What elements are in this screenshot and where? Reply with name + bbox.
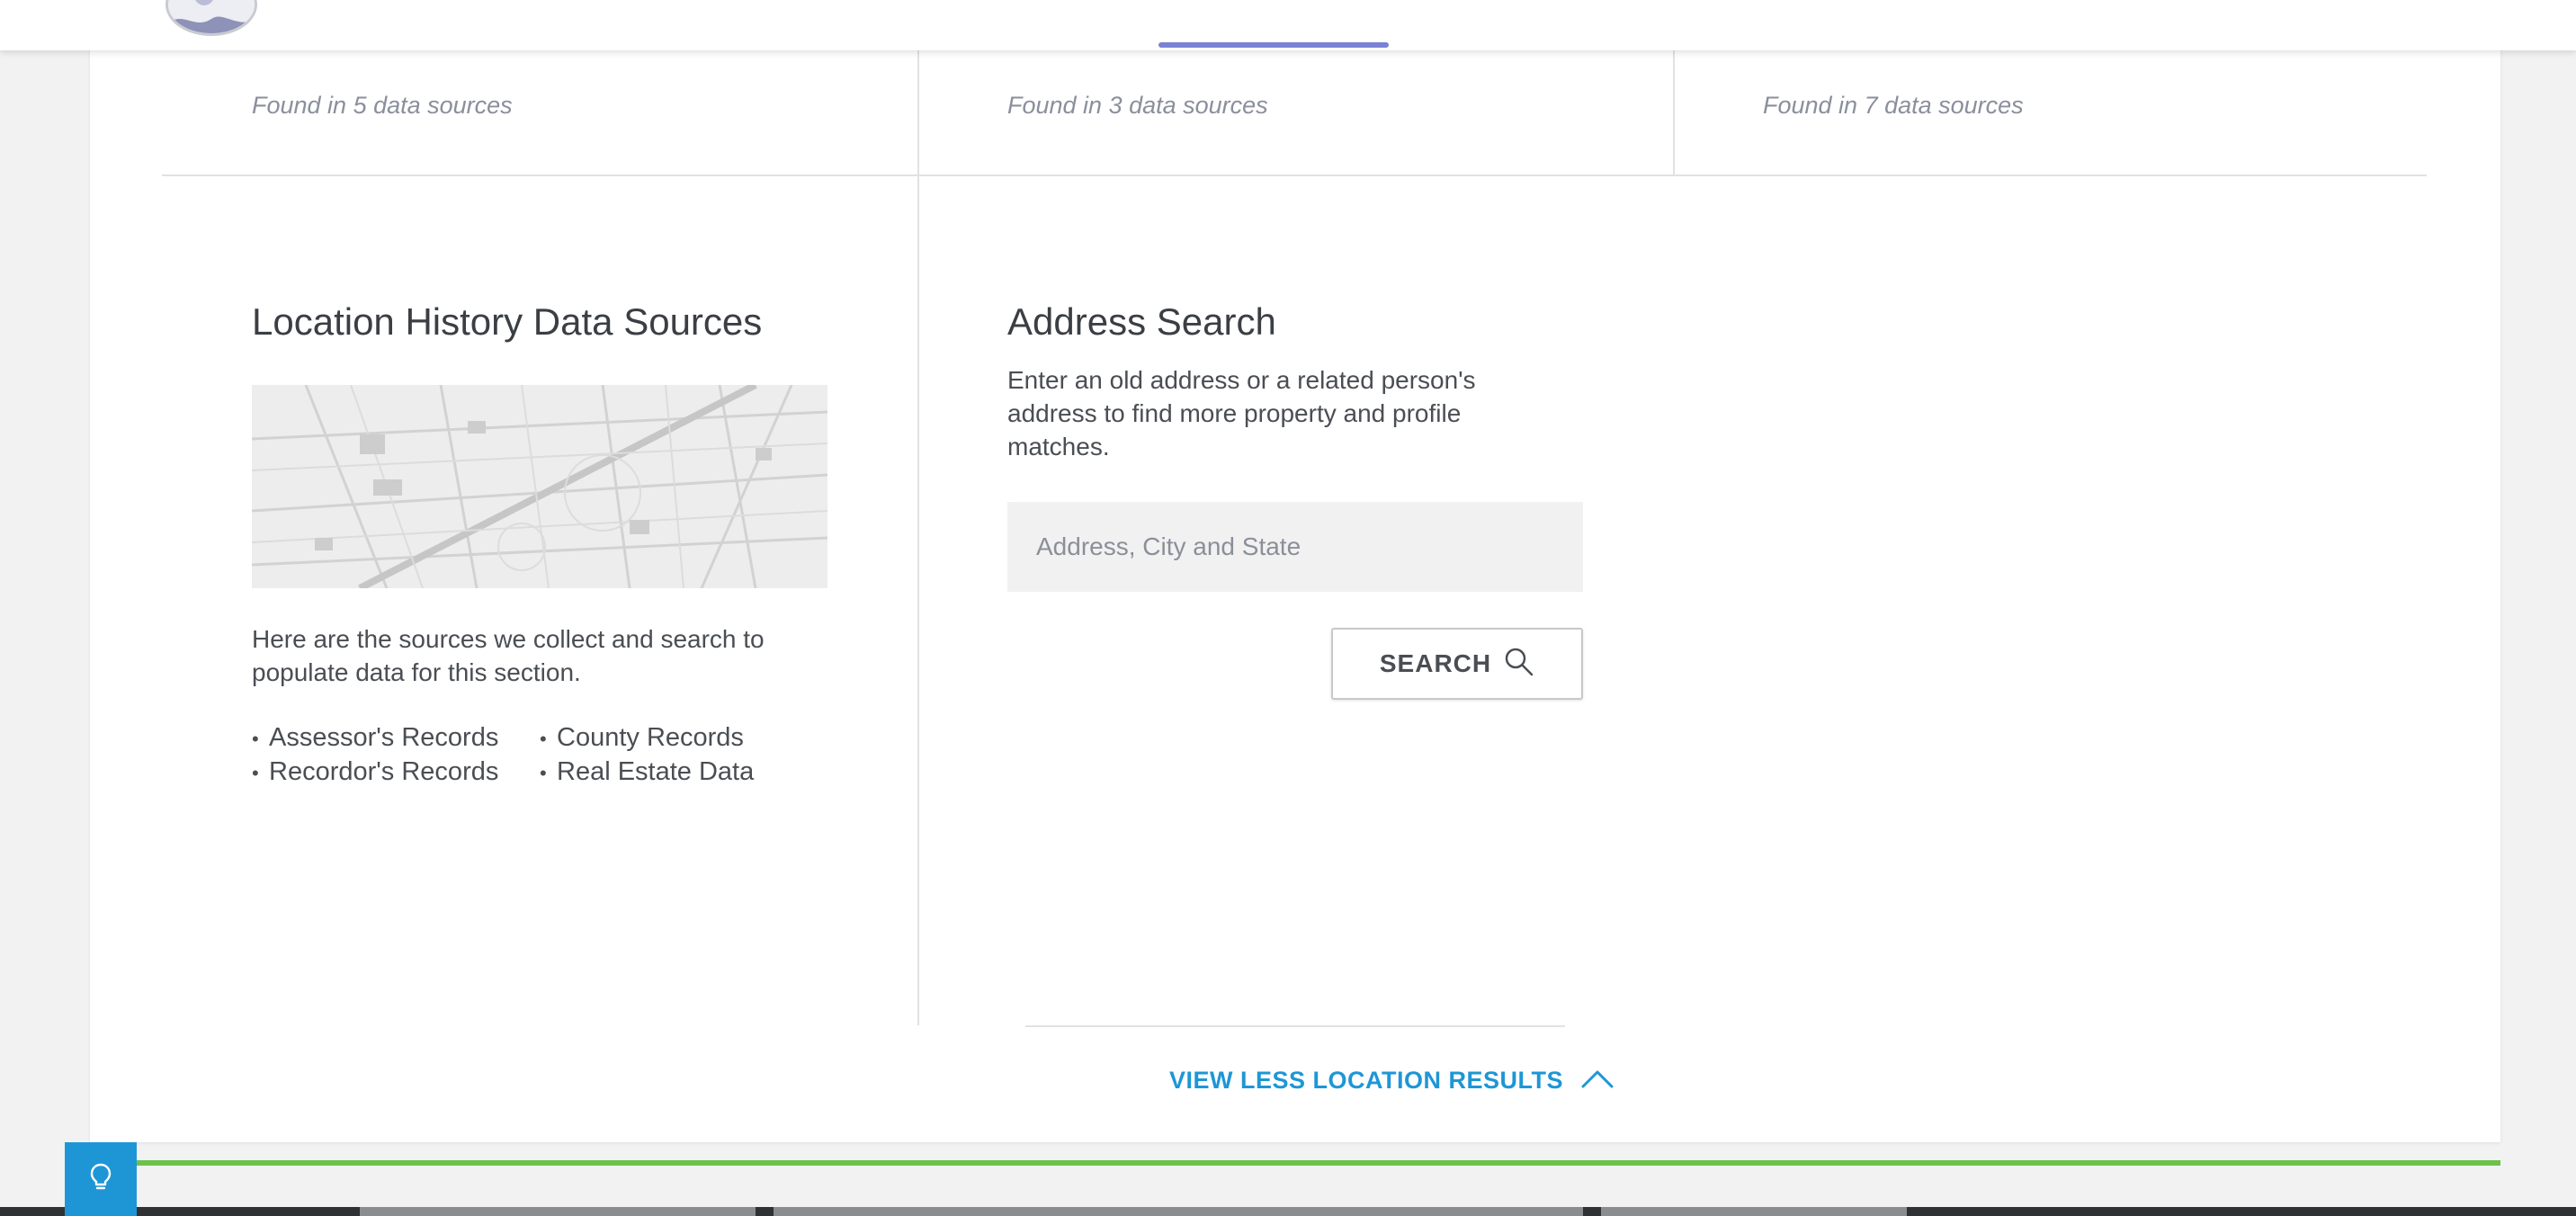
column-divider (1673, 50, 1675, 174)
top-navigation-bar (0, 0, 2576, 50)
source-list: County Records Real Estate Data (540, 721, 754, 790)
column-divider (917, 174, 919, 1025)
data-sources-count: Found in 7 data sources (1763, 92, 2024, 119)
lightbulb-icon (89, 1162, 112, 1197)
search-button-label: SEARCH (1379, 649, 1492, 677)
address-search-input[interactable] (1007, 502, 1583, 592)
search-button[interactable]: SEARCH (1331, 628, 1583, 700)
data-sources-count: Found in 3 data sources (1007, 92, 1268, 119)
active-tab-indicator (1158, 42, 1389, 48)
summary-divider (162, 174, 2427, 176)
map-image (252, 385, 827, 588)
hint-button[interactable] (65, 1142, 137, 1216)
footer-divider (1025, 1025, 1565, 1027)
location-sources-heading: Location History Data Sources (252, 300, 763, 343)
data-sources-count: Found in 5 data sources (252, 92, 513, 119)
address-search-heading: Address Search (1007, 300, 1276, 343)
section-divider (135, 1160, 2500, 1166)
location-results-card: Found in 5 data sources Found in 3 data … (90, 0, 2500, 1142)
chevron-up-icon (1581, 1068, 1614, 1093)
view-less-label: VIEW LESS LOCATION RESULTS (1169, 1067, 1564, 1094)
source-list: Assessor's Records Recordor's Records (252, 721, 498, 790)
list-item: County Records (540, 721, 754, 756)
bottom-status-strip (0, 1207, 2576, 1216)
column-divider (917, 50, 919, 174)
location-sources-description: Here are the sources we collect and sear… (252, 625, 765, 686)
list-item: Real Estate Data (540, 756, 754, 790)
magnifier-icon (1504, 647, 1534, 682)
view-less-location-results-link[interactable]: VIEW LESS LOCATION RESULTS (1169, 1067, 1614, 1095)
list-item: Recordor's Records (252, 756, 498, 790)
list-item: Assessor's Records (252, 721, 498, 756)
avatar[interactable] (165, 0, 257, 36)
address-search-description: Enter an old address or a related person… (1007, 366, 1476, 460)
